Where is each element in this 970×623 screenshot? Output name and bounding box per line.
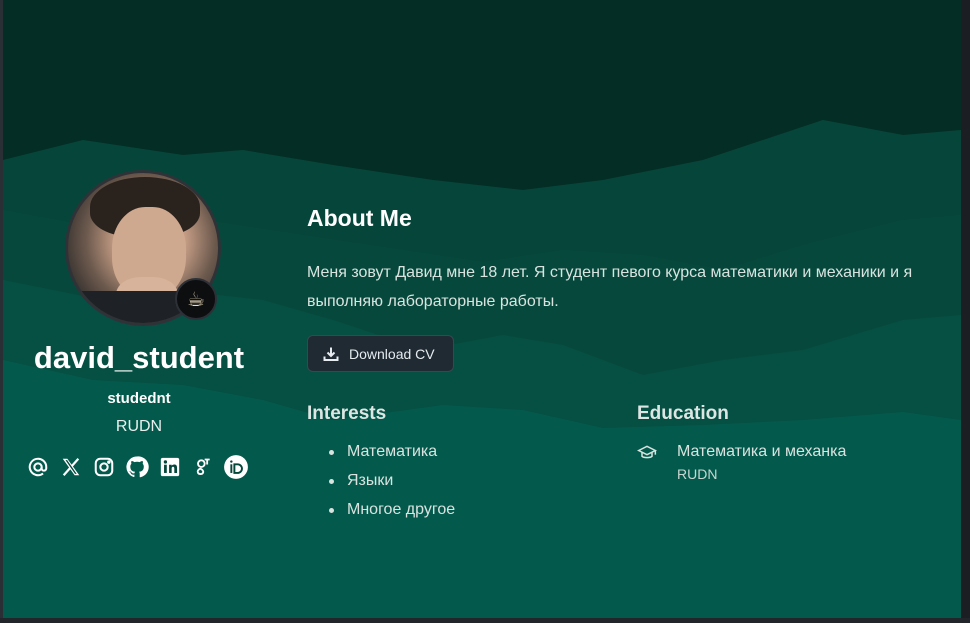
graduation-cap-icon bbox=[637, 445, 657, 459]
instagram-icon[interactable] bbox=[91, 454, 117, 480]
education-institution: RUDN bbox=[677, 466, 718, 482]
interest-item: Многое другое bbox=[329, 498, 455, 527]
profile-username: david_student bbox=[33, 340, 245, 375]
avatar: ☕ bbox=[65, 170, 221, 326]
linkedin-icon[interactable] bbox=[157, 454, 183, 480]
interest-item: Языки bbox=[329, 469, 455, 498]
github-icon[interactable] bbox=[124, 454, 150, 480]
google-scholar-icon[interactable] bbox=[190, 454, 216, 480]
window-edge-bottom bbox=[0, 618, 970, 623]
download-cv-button[interactable]: Download CV bbox=[307, 335, 454, 372]
profile-organization: RUDN bbox=[115, 418, 163, 435]
about-text: Меня зовут Давид мне 18 лет. Я студент п… bbox=[307, 264, 913, 310]
about-title: About Me bbox=[307, 205, 412, 231]
interest-item: Математика bbox=[329, 440, 455, 469]
download-icon bbox=[323, 347, 339, 361]
profile-hero: ☕ david_student studednt RUDN About Me М… bbox=[3, 0, 961, 618]
interests-title: Interests bbox=[307, 403, 387, 424]
education-title: Education bbox=[637, 403, 729, 424]
social-links bbox=[25, 454, 256, 480]
orcid-icon[interactable] bbox=[223, 454, 249, 480]
window-edge-right bbox=[961, 0, 970, 623]
coffee-icon: ☕ bbox=[175, 278, 217, 320]
x-icon[interactable] bbox=[58, 454, 84, 480]
profile-nickname: studednt bbox=[107, 390, 171, 407]
download-cv-label: Download CV bbox=[349, 345, 435, 362]
interests-list: Математика Языки Многое другое bbox=[329, 440, 455, 527]
email-icon[interactable] bbox=[25, 454, 51, 480]
education-degree: Математика и механка bbox=[677, 443, 847, 460]
